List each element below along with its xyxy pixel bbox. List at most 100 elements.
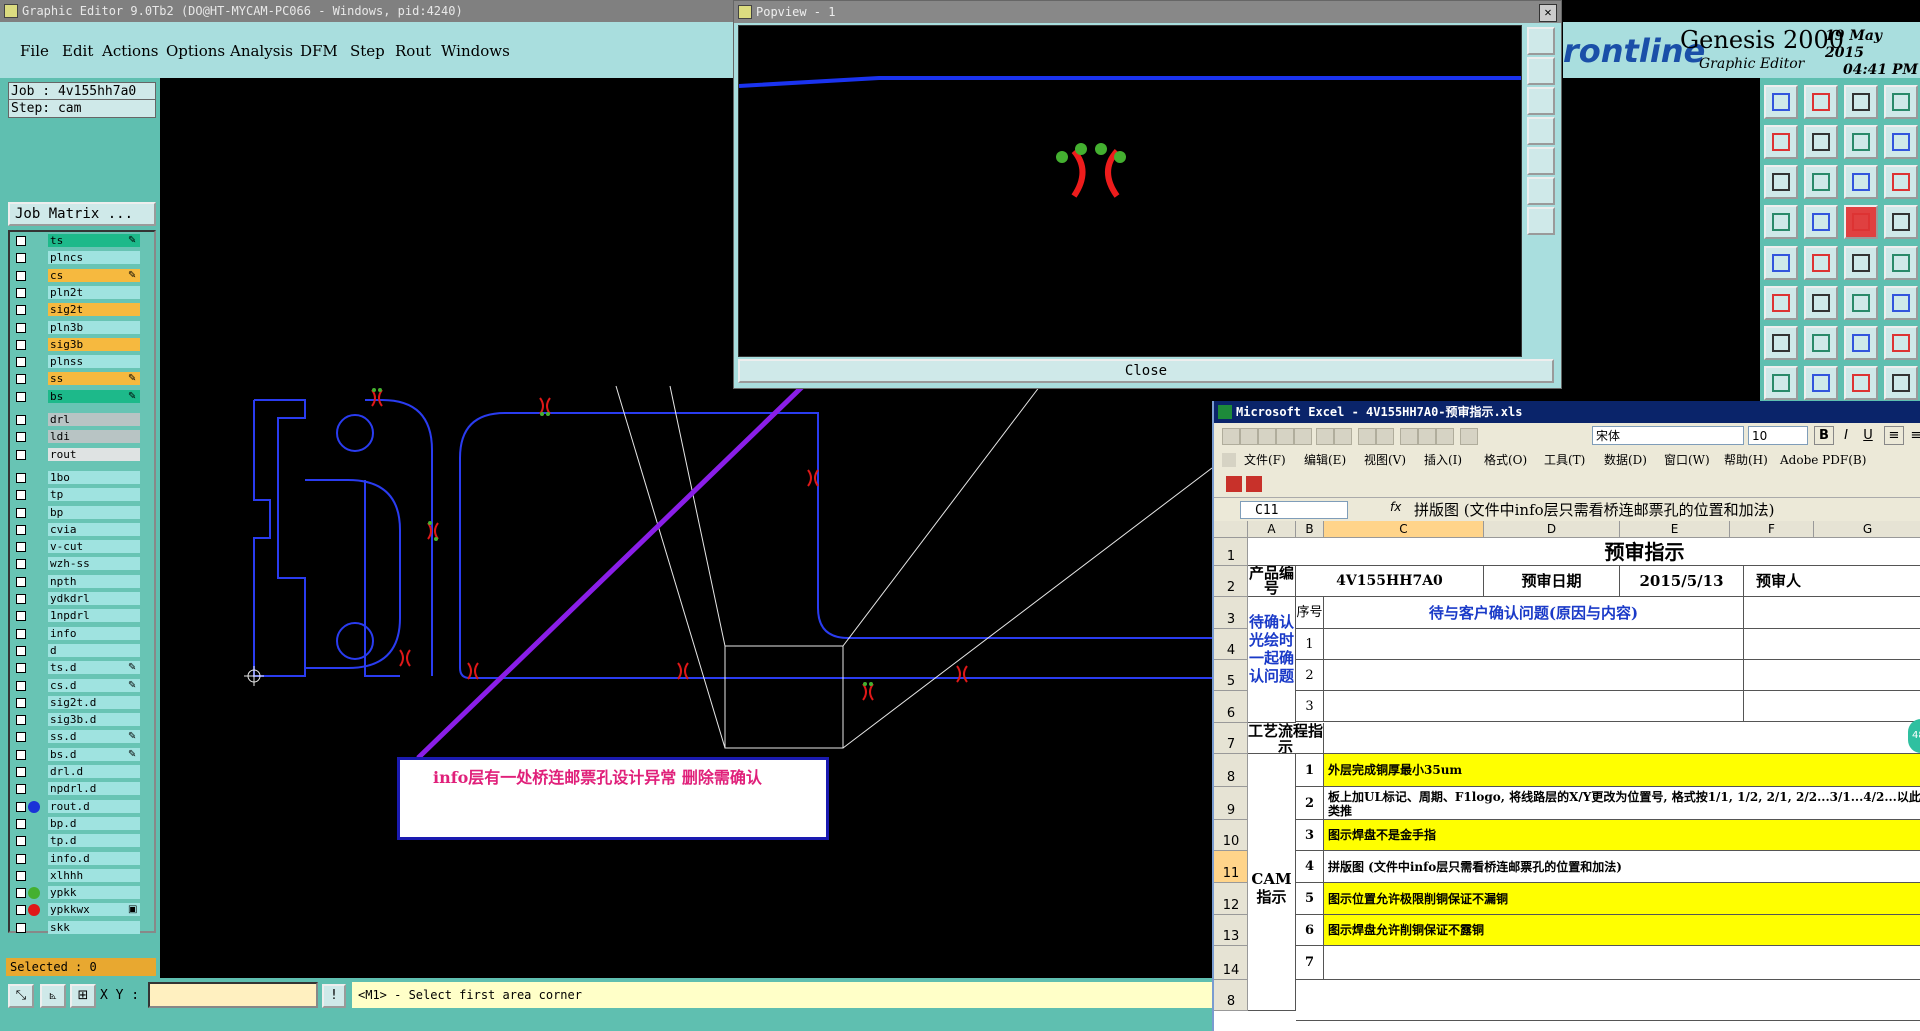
layer-row-npth[interactable]: npth xyxy=(12,574,152,589)
row-header[interactable]: 2 xyxy=(1214,566,1248,597)
arc-button[interactable] xyxy=(1804,326,1838,360)
help-button[interactable] xyxy=(1884,165,1918,199)
layer-row-1bo[interactable]: 1bo xyxy=(12,470,152,485)
sheet-title-cell[interactable]: 预审指示 xyxy=(1248,538,1920,566)
layer-row-sig3b[interactable]: sig3b xyxy=(12,337,152,352)
layer-checkbox[interactable] xyxy=(16,680,26,691)
layer-name[interactable]: cs xyxy=(48,268,140,282)
zoom-window-button[interactable]: ⤡ xyxy=(8,984,34,1008)
menu-dfm[interactable]: DFM xyxy=(300,42,338,60)
layer-name[interactable]: bs.d xyxy=(48,747,140,761)
layer-checkbox[interactable] xyxy=(16,305,26,316)
layer-name[interactable]: rout.d xyxy=(48,799,140,813)
row-header[interactable]: 12 xyxy=(1214,883,1248,915)
popview-fit-button[interactable] xyxy=(1527,147,1555,175)
layer-edit-icon[interactable]: ✎ xyxy=(128,269,136,282)
layer-row-d[interactable]: d xyxy=(12,643,152,658)
home-button[interactable] xyxy=(1844,85,1878,119)
layer-row-drl-d[interactable]: drl.d xyxy=(12,765,152,779)
layer-checkbox[interactable] xyxy=(16,784,26,795)
layer-checkbox[interactable] xyxy=(16,542,26,553)
format-painter-icon[interactable] xyxy=(1460,428,1478,445)
reviewer-label-cell[interactable]: 预审人 xyxy=(1744,566,1920,597)
layer-edit-icon[interactable]: ✎ xyxy=(128,748,136,761)
layer-row-rout-d[interactable]: rout.d xyxy=(12,799,152,814)
layer-row-bp[interactable]: bp xyxy=(12,505,152,520)
menu-analysis[interactable]: Analysis xyxy=(230,42,293,60)
font-name-select[interactable]: 宋体 xyxy=(1592,426,1744,445)
layer-checkbox[interactable] xyxy=(16,715,26,726)
resize-button[interactable] xyxy=(1844,366,1878,400)
row-header[interactable]: 9 xyxy=(1214,787,1248,820)
layer-name[interactable]: drl.d xyxy=(48,765,140,778)
layer-name[interactable]: sig2t.d xyxy=(48,695,140,709)
layer-edit-icon[interactable]: ✎ xyxy=(128,730,136,743)
measure-button[interactable] xyxy=(1804,246,1838,280)
cam-item-text-cell[interactable]: 图示焊盘允许削铜保证不露铜 xyxy=(1324,915,1920,946)
layer-checkbox[interactable] xyxy=(16,853,26,864)
layer-row-ypkk[interactable]: ypkk xyxy=(12,886,152,900)
column-header-a[interactable]: A xyxy=(1248,521,1296,538)
layer-name[interactable]: tp xyxy=(48,488,140,502)
layer-checkbox[interactable] xyxy=(16,645,26,656)
xl-menu-adobe-pdf[interactable]: Adobe PDF(B) xyxy=(1780,449,1866,471)
layer-name[interactable]: ss xyxy=(48,372,140,386)
review-date-label-cell[interactable]: 预审日期 xyxy=(1484,566,1620,597)
layer-row-rout[interactable]: rout xyxy=(12,447,152,462)
research-icon[interactable] xyxy=(1376,428,1394,445)
name-box[interactable]: C11 xyxy=(1240,501,1348,519)
print-preview-icon[interactable] xyxy=(1334,428,1352,445)
zoom-window-button[interactable] xyxy=(1764,85,1798,119)
layer-row-sig3b-d[interactable]: sig3b.d xyxy=(12,713,152,727)
xl-menu-data[interactable]: 数据(D) xyxy=(1604,449,1647,471)
column-header-b[interactable]: B xyxy=(1296,521,1324,538)
layer-name[interactable]: ydkdrl xyxy=(48,592,140,605)
grid-button[interactable]: ⊞ xyxy=(70,984,96,1008)
cam-item-number-cell[interactable]: 5 xyxy=(1296,883,1324,915)
layer-name[interactable]: info.d xyxy=(48,851,140,865)
underline-button[interactable]: U xyxy=(1858,426,1878,445)
row-header[interactable]: 6 xyxy=(1214,691,1248,723)
row-header[interactable]: 11 xyxy=(1214,851,1248,883)
layer-checkbox[interactable] xyxy=(16,391,26,402)
layer-name[interactable]: ypkkwx xyxy=(48,903,140,917)
scale-button[interactable] xyxy=(1844,165,1878,199)
layer-name[interactable]: pln2t xyxy=(48,285,140,299)
layer-checkbox[interactable] xyxy=(16,449,26,460)
layer-checkbox[interactable] xyxy=(16,270,26,281)
layer-name[interactable]: ts.d xyxy=(48,661,140,675)
layer-name[interactable]: 1bo xyxy=(48,470,140,484)
layer-name[interactable]: sig3b xyxy=(48,337,140,351)
layer-name[interactable]: ss.d xyxy=(48,730,140,744)
flip-button[interactable] xyxy=(1844,125,1878,159)
column-header-e[interactable]: E xyxy=(1620,521,1730,538)
rotate-button[interactable] xyxy=(1844,326,1878,360)
layer-name[interactable]: ts xyxy=(48,234,140,247)
column-header-f[interactable]: F xyxy=(1730,521,1814,538)
layer-row-pln3b[interactable]: pln3b xyxy=(12,320,152,335)
net-button[interactable] xyxy=(1884,205,1918,239)
new-icon[interactable] xyxy=(1222,428,1240,445)
grid-button[interactable] xyxy=(1804,205,1838,239)
layer-checkbox[interactable] xyxy=(16,432,26,443)
layer-checkbox[interactable] xyxy=(16,818,26,829)
surface-button[interactable] xyxy=(1764,366,1798,400)
layer-row-bs-d[interactable]: bs.d ✎ xyxy=(12,747,152,762)
xl-menu-window[interactable]: 窗口(W) xyxy=(1664,449,1710,471)
layer-row-ldi[interactable]: ldi xyxy=(12,430,152,444)
align-left-button[interactable]: ≡ xyxy=(1884,426,1904,445)
layer-row-xlhhh[interactable]: xlhhh xyxy=(12,868,152,883)
font-size-select[interactable]: 10 xyxy=(1748,426,1808,445)
column-header-c[interactable]: C xyxy=(1324,521,1484,538)
layer-checkbox[interactable] xyxy=(16,322,26,333)
layer-name[interactable]: sig2t xyxy=(48,303,140,317)
delete-button[interactable] xyxy=(1804,286,1838,320)
layer-row-ts-d[interactable]: ts.d ✎ xyxy=(12,661,152,675)
row-header[interactable]: 8 xyxy=(1214,980,1248,1011)
layer-row-cvia[interactable]: cvia xyxy=(12,522,152,537)
layer-row-1npdrl[interactable]: 1npdrl xyxy=(12,609,152,623)
layer-checkbox[interactable] xyxy=(16,628,26,639)
layer-checkbox[interactable] xyxy=(16,415,26,425)
layer-row-sig2t[interactable]: sig2t xyxy=(12,303,152,317)
layer-row-pln2t[interactable]: pln2t xyxy=(12,285,152,300)
